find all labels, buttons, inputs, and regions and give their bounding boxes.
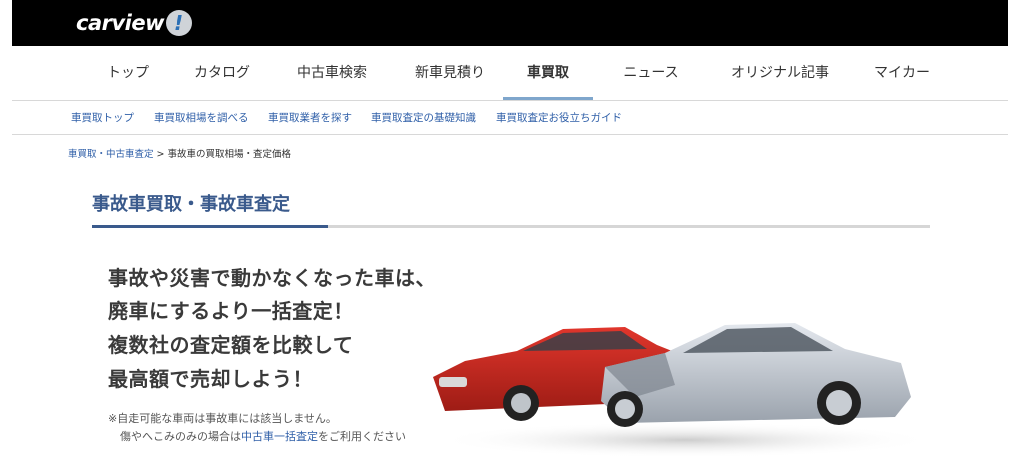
gnav-item-top[interactable]: トップ — [92, 46, 164, 100]
gnav-item-original-articles[interactable]: オリジナル記事 — [710, 46, 850, 100]
gnav-item-car-buying[interactable]: 車買取 — [503, 46, 593, 100]
exclamation-badge-icon — [166, 10, 193, 36]
subnav-item-guide[interactable]: 車買取査定お役立ちガイド — [496, 110, 622, 125]
gnav-item-new-car-quote[interactable]: 新車見積り — [398, 46, 502, 100]
hero-headline-line: 事故や災害で動かなくなった車は、 — [108, 266, 436, 290]
breadcrumb-link[interactable]: 車買取・中古車査定 — [68, 149, 154, 160]
hero-headline-line: 廃車にするより一括査定！ — [108, 299, 354, 323]
gnav-item-used-car-search[interactable]: 中古車検索 — [280, 46, 384, 100]
hero-headline-line: 最高額で売却しよう！ — [108, 367, 313, 391]
top-bar: carview — [12, 0, 1008, 46]
breadcrumb: 車買取・中古車査定 > 事故車の買取相場・査定価格 — [68, 146, 291, 160]
hero-headline-line: 複数社の査定額を比較して — [108, 333, 354, 357]
breadcrumb-separator: > — [156, 149, 165, 160]
hero-note-suffix: をご利用ください — [318, 430, 406, 443]
gnav-item-news[interactable]: ニュース — [606, 46, 696, 100]
logo-text: carview — [76, 11, 165, 35]
hero-note-prefix: 傷やへこみのみの場合は — [120, 430, 241, 443]
carview-logo[interactable]: carview — [76, 8, 193, 38]
gnav-item-catalog[interactable]: カタログ — [177, 46, 267, 100]
used-car-bulk-appraisal-link[interactable]: 中古車一括査定 — [241, 430, 318, 443]
subnav-divider — [12, 134, 1008, 135]
breadcrumb-current: 事故車の買取相場・査定価格 — [167, 149, 292, 160]
hero-note-2: 傷やへこみのみの場合は中古車一括査定をご利用ください — [120, 428, 406, 444]
subnav-item-basics[interactable]: 車買取査定の基礎知識 — [371, 110, 476, 125]
sub-nav: 車買取トップ 車買取相場を調べる 車買取業者を探す 車買取査定の基礎知識 車買取… — [12, 101, 1008, 134]
hero-note: ※自走可能な車両は事故車には該当しません。 — [108, 412, 337, 425]
global-nav: トップ カタログ 中古車検索 新車見積り 車買取 ニュース オリジナル記事 マイ… — [12, 46, 1008, 100]
page-title: 事故車買取・事故車査定 — [92, 194, 290, 215]
subnav-item-buying-top[interactable]: 車買取トップ — [71, 110, 134, 125]
crashed-cars-image — [433, 323, 935, 458]
gnav-item-my-car[interactable]: マイカー — [857, 46, 947, 100]
subnav-item-check-price[interactable]: 車買取相場を調べる — [154, 110, 249, 125]
title-underline-accent — [92, 225, 328, 228]
subnav-item-find-dealer[interactable]: 車買取業者を探す — [268, 110, 352, 125]
